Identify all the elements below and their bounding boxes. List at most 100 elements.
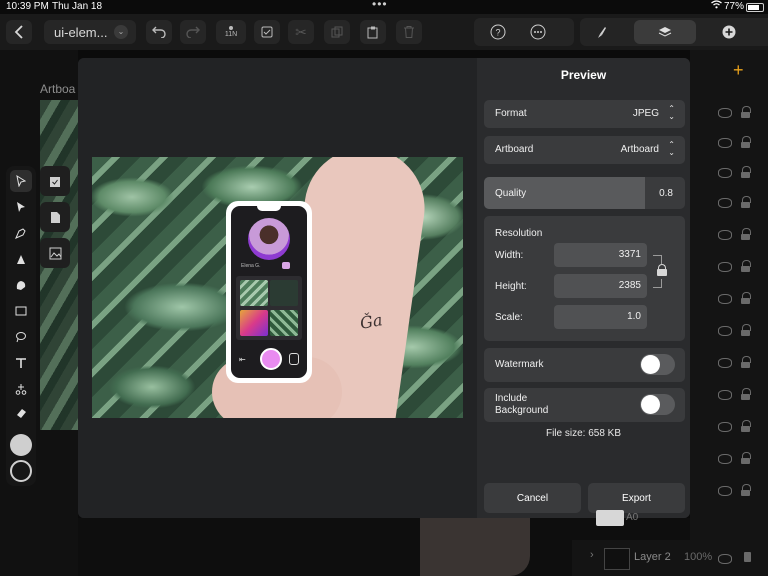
layer-row[interactable] [690,226,768,250]
chevron-down-icon: ⌄ [114,25,128,39]
chevron-right-icon[interactable]: › [590,549,594,561]
format-select[interactable]: Format JPEG ⌃ ⌄ [484,100,685,128]
eye-icon[interactable] [718,198,732,208]
clipboard-check-icon[interactable] [40,166,70,196]
profile-badge [282,262,290,269]
back-icon[interactable] [6,20,32,44]
layers-icon[interactable] [634,20,696,44]
layer-row[interactable] [690,290,768,314]
width-value: 3371 [618,249,641,260]
select-arrow-icon[interactable] [10,170,32,192]
height-label: Height: [495,281,527,292]
layer-row[interactable] [690,354,768,378]
document-name-button[interactable]: ui-elem... ⌄ [44,20,136,44]
text-tool-icon[interactable] [10,352,32,374]
eye-icon[interactable] [718,294,732,304]
layer-row[interactable] [690,164,768,188]
eye-icon[interactable] [718,108,732,118]
layer-thumbnail [604,548,630,570]
width-field[interactable]: 3371 [554,243,647,267]
more-icon[interactable] [524,20,552,44]
layer-row[interactable] [690,322,768,346]
layer-row[interactable] [690,482,768,506]
multitasking-dots[interactable]: ••• [372,0,388,11]
lock-icon[interactable] [741,106,751,118]
image-settings-icon[interactable] [40,238,70,268]
eye-icon[interactable] [718,486,732,496]
height-field[interactable]: 2385 [554,274,647,298]
eye-icon[interactable] [718,138,732,148]
rectangle-icon[interactable] [10,300,32,322]
layer-row[interactable] [690,418,768,442]
lock-icon[interactable] [741,484,751,496]
lock-icon[interactable] [741,196,751,208]
eye-icon[interactable] [718,554,732,564]
scale-field[interactable]: 1.0 [554,305,647,329]
phone-action-bar: ⇤ [237,348,301,372]
lock-icon[interactable] [744,552,751,562]
eye-icon[interactable] [718,390,732,400]
lock-icon[interactable] [741,324,751,336]
eye-icon[interactable] [718,262,732,272]
lock-icon[interactable] [741,228,751,240]
layer-a0-label: A0 [626,512,639,523]
layer-row[interactable] [690,258,768,282]
paste-icon[interactable] [360,20,386,44]
add-layer-icon[interactable]: + [733,60,744,81]
eye-icon[interactable] [718,422,732,432]
lock-icon[interactable] [741,388,751,400]
include-background-toggle[interactable] [640,394,675,415]
eraser-icon[interactable] [10,402,32,424]
layer-row[interactable] [690,386,768,410]
eye-icon[interactable] [718,168,732,178]
tool-palette [6,166,36,486]
fill-color-swatch[interactable] [10,434,32,456]
stroke-color-swatch[interactable] [10,460,32,482]
eye-icon[interactable] [718,230,732,240]
lock-icon[interactable] [741,420,751,432]
status-bar: 10:39 PM Thu Jan 18 ••• 77% [0,0,768,14]
layer-thumbnail-a0 [596,510,624,526]
quality-label: Quality [495,188,527,199]
fill-icon[interactable] [10,248,32,270]
artboard-select[interactable]: Artboard Artboard ⌃ ⌄ [484,136,685,164]
checklist-icon[interactable] [254,20,280,44]
brush-icon[interactable] [588,20,614,44]
pen-icon[interactable] [10,222,32,244]
lock-icon[interactable] [741,260,751,272]
redo-icon[interactable] [180,20,206,44]
help-icon[interactable]: ? [484,20,512,44]
cancel-button[interactable]: Cancel [484,483,581,513]
layer-row[interactable] [690,450,768,474]
lasso-icon[interactable] [10,326,32,348]
layer-row[interactable] [690,104,768,128]
layer-name: Layer 2 [634,551,671,563]
lock-icon[interactable] [741,292,751,304]
status-date: Thu Jan 18 [52,1,103,12]
export-file-icon[interactable] [40,202,70,232]
layer-row[interactable] [690,134,768,158]
layer-row-layer-2[interactable]: › Layer 2 100% [572,540,768,576]
shape-builder-icon[interactable] [10,274,32,296]
lock-icon[interactable] [741,166,751,178]
scissors-icon[interactable]: ✂ [288,20,314,44]
undo-icon[interactable] [146,20,172,44]
copy-icon[interactable] [324,20,350,44]
lock-icon[interactable] [741,452,751,464]
quality-slider[interactable]: Quality 0.8 [484,177,685,209]
layer-row[interactable] [690,194,768,218]
trash-icon[interactable] [396,20,422,44]
add-icon[interactable] [716,20,742,44]
eye-icon[interactable] [718,358,732,368]
eye-icon[interactable] [718,326,732,336]
direct-select-icon[interactable] [10,196,32,218]
scissors-tool-icon[interactable] [10,378,32,400]
zoom-icon[interactable]: 11N [216,20,246,44]
watermark-toggle[interactable] [640,354,675,375]
aspect-lock-icon[interactable] [657,264,667,276]
export-button[interactable]: Export [588,483,685,513]
artboard-select-value: Artboard [620,144,659,155]
lock-icon[interactable] [741,356,751,368]
eye-icon[interactable] [718,454,732,464]
lock-icon[interactable] [741,136,751,148]
